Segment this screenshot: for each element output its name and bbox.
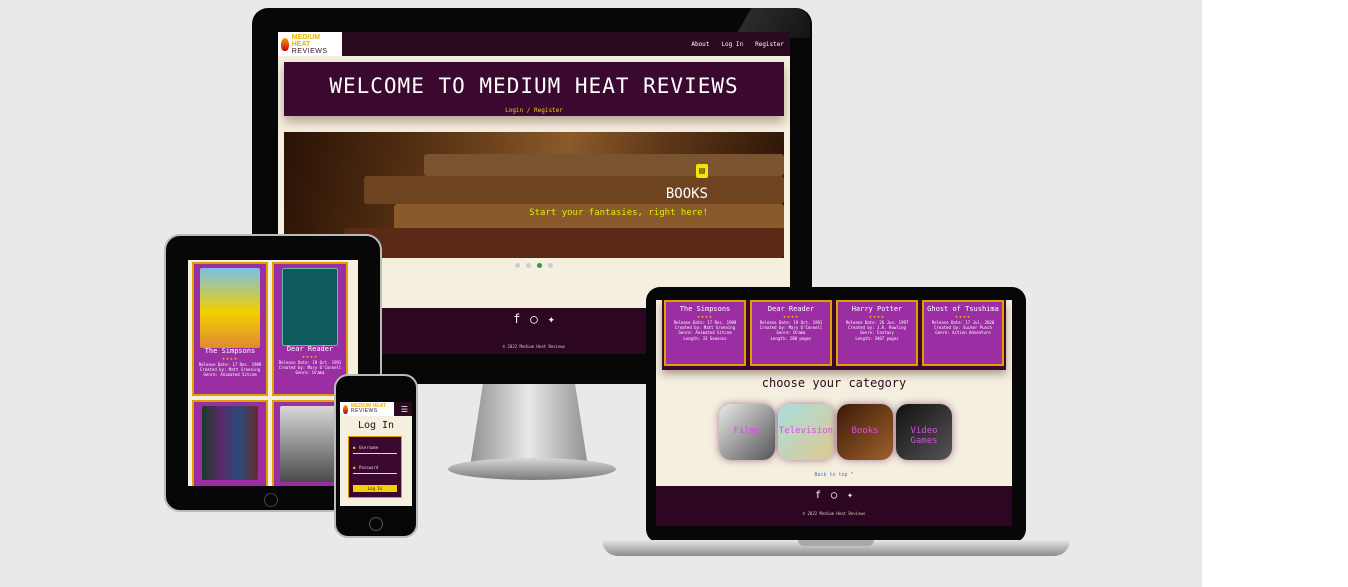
instagram-icon[interactable]: ◯ — [530, 312, 537, 326]
phone-navbar: MEDIUM HEAT REVIEWS ☰ — [340, 402, 412, 416]
card-info: Release Date: 17 Dec. 1989 Created by: M… — [674, 320, 737, 342]
card-info: Release Date: 19 Oct. 1991 Created by: M… — [760, 320, 823, 342]
carousel-dot[interactable] — [526, 262, 531, 268]
monitor-stand — [470, 384, 588, 466]
nav-links: About Log In Register — [691, 41, 790, 48]
card-title: Harry Potter — [851, 305, 903, 313]
nav-link-register[interactable]: Register — [755, 41, 784, 48]
tablet-home-button — [264, 493, 278, 507]
hero-subtitle: Start your fantasies, right here! — [529, 208, 708, 218]
hero-title: BOOKS — [665, 186, 708, 202]
card-genre: Genre: Animated Sitcom — [203, 372, 257, 378]
site-logo[interactable]: MEDIUM HEAT REVIEWS — [278, 32, 342, 56]
copyright-text: © 2022 Medium Heat Reviews — [802, 511, 866, 516]
username-field[interactable] — [353, 453, 397, 454]
phone-home-button — [369, 517, 383, 531]
card-length: Length: 288 pages — [770, 335, 812, 341]
social-links: f ◯ ✦ — [815, 490, 853, 501]
category-television[interactable]: Television — [778, 404, 834, 460]
review-card[interactable]: Dear Reader ★★★★ Release Date: 19 Oct. 1… — [272, 262, 348, 396]
card-image — [200, 268, 260, 348]
carousel-dot-active[interactable] — [537, 262, 542, 268]
card-info: Release Date: 19 Oct. 1991 Created by: M… — [279, 360, 342, 376]
category-label: Books — [851, 426, 879, 436]
flame-icon — [281, 37, 289, 51]
carousel-dot[interactable] — [548, 262, 553, 268]
review-card[interactable] — [192, 400, 268, 486]
facebook-icon[interactable]: f — [513, 312, 520, 326]
category-video-games[interactable]: Video Games — [896, 404, 952, 460]
review-card[interactable]: Harry Potter ★★★★ Release Date: 26 Jun. … — [836, 300, 918, 366]
category-label: Films — [733, 426, 761, 436]
navbar: MEDIUM HEAT REVIEWS About Log In Registe… — [278, 32, 790, 56]
card-title: Dear Reader — [286, 345, 334, 353]
cards-row: The Simpsons ★★★★ Release Date: 17 Dec. … — [662, 300, 1006, 370]
nav-link-login[interactable]: Log In — [721, 41, 743, 48]
book-image — [364, 176, 784, 204]
review-card[interactable]: The Simpsons ★★★★ Release Date: 17 Dec. … — [192, 262, 268, 396]
card-genre: Genre: Drama — [295, 370, 325, 376]
welcome-login-link[interactable]: Login / Register — [284, 107, 784, 114]
tablet-screen: The Simpsons ★★★★ Release Date: 17 Dec. … — [188, 260, 358, 486]
book-image — [344, 228, 784, 258]
book-image — [424, 154, 784, 176]
monitor-stand-base — [448, 458, 616, 480]
logo-bottom-text: REVIEWS — [291, 47, 328, 55]
laptop-screen: The Simpsons ★★★★ Release Date: 17 Dec. … — [656, 300, 1012, 526]
card-length: Length: 33 Seasons — [683, 335, 727, 341]
flame-icon — [343, 404, 348, 414]
footer: f ◯ ✦ © 2022 Medium Heat Reviews — [656, 486, 1012, 526]
card-title: Dear Reader — [767, 305, 815, 313]
user-icon: ● — [353, 445, 356, 450]
login-form: ● Username ● Password Log In — [348, 436, 402, 498]
hamburger-menu-icon[interactable]: ☰ — [401, 405, 412, 414]
back-to-top-link[interactable]: Back to top ^ — [656, 472, 1012, 478]
welcome-banner: WELCOME TO MEDIUM HEAT REVIEWS Login / R… — [284, 62, 784, 116]
phone-screen: MEDIUM HEAT REVIEWS ☰ Log In ● Username … — [340, 402, 412, 506]
card-info: Release Date: 17 Jul. 2020 Created by: S… — [932, 320, 995, 336]
category-label: Television — [778, 426, 834, 436]
welcome-title: WELCOME TO MEDIUM HEAT REVIEWS — [329, 74, 739, 98]
login-button[interactable]: Log In — [353, 485, 397, 492]
instagram-icon[interactable]: ◯ — [831, 490, 837, 501]
review-card[interactable]: Dear Reader ★★★★ Release Date: 19 Oct. 1… — [750, 300, 832, 366]
twitter-icon[interactable]: ✦ — [847, 490, 853, 501]
nav-link-about[interactable]: About — [691, 41, 709, 48]
card-length: Length: 3407 pages — [855, 335, 899, 341]
carousel-dot[interactable] — [515, 262, 520, 268]
category-heading: choose your category — [761, 376, 907, 390]
laptop-notch — [798, 540, 874, 546]
site-logo[interactable]: MEDIUM HEAT REVIEWS — [340, 402, 394, 416]
lock-icon: ● — [353, 465, 356, 470]
category-films[interactable]: Films — [719, 404, 775, 460]
card-title: The Simpsons — [204, 347, 256, 355]
facebook-icon[interactable]: f — [815, 490, 821, 501]
category-label: Video Games — [910, 426, 938, 446]
twitter-icon[interactable]: ✦ — [548, 312, 555, 326]
password-field[interactable] — [353, 473, 397, 474]
password-label: Password — [359, 465, 379, 470]
card-info: Release Date: 17 Dec. 1989 Created by: M… — [199, 362, 262, 378]
username-label: Username — [359, 445, 379, 450]
book-icon: ▤ — [696, 164, 708, 178]
card-info: Release Date: 26 Jun. 1997 Created by: J… — [846, 320, 909, 342]
card-genre: Genre: Action Adventure — [935, 330, 991, 336]
social-links: f ◯ ✦ — [513, 312, 555, 326]
category-books[interactable]: Books — [837, 404, 893, 460]
logo-bottom-text: REVIEWS — [351, 408, 378, 414]
review-card[interactable]: Ghost of Tsushima ★★★★ Release Date: 17 … — [922, 300, 1004, 366]
logo-top-text: MEDIUM HEAT — [291, 33, 321, 48]
card-image — [280, 406, 340, 482]
review-card[interactable]: The Simpsons ★★★★ Release Date: 17 Dec. … — [664, 300, 746, 366]
card-title: Ghost of Tsushima — [927, 305, 999, 313]
card-title: The Simpsons — [679, 305, 731, 313]
copyright-text: © 2022 Medium Heat Reviews — [502, 344, 566, 349]
card-image — [202, 406, 258, 480]
login-title: Log In — [357, 420, 395, 431]
card-image — [282, 268, 338, 346]
